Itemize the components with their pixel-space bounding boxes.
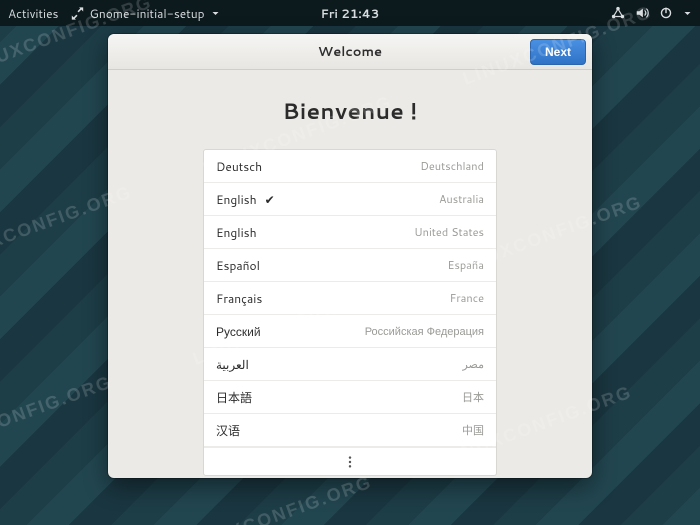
- clock-label[interactable]: Fri 21:43: [321, 5, 380, 22]
- page-title: Bienvenue !: [283, 96, 418, 127]
- language-region-label: France: [450, 290, 484, 306]
- language-name-label: English: [216, 224, 257, 241]
- language-region-label: United States: [414, 224, 484, 240]
- language-region-label: Australia: [439, 191, 484, 207]
- language-region-label: 日本: [462, 389, 484, 405]
- volume-icon[interactable]: [635, 6, 649, 20]
- language-list: DeutschDeutschlandEnglish✔AustraliaEngli…: [203, 149, 497, 476]
- language-row[interactable]: English ✔ Australia: [204, 183, 496, 216]
- chevron-down-icon[interactable]: [683, 9, 692, 18]
- language-name-label: Deutsch: [216, 158, 262, 175]
- language-name-label: 日本語: [216, 389, 252, 406]
- more-icon: [343, 455, 357, 469]
- language-name-label: Español: [216, 257, 260, 274]
- language-row[interactable]: Français France: [204, 282, 496, 315]
- language-row[interactable]: Русский Российская Федерация: [204, 315, 496, 348]
- gnome-top-bar: Activities Gnome-initial-setup Fri 21:43: [0, 0, 700, 26]
- preferences-icon: [71, 7, 84, 20]
- language-name-label: 汉语: [216, 422, 240, 439]
- headerbar: Welcome Next: [108, 34, 592, 70]
- focused-app-menu[interactable]: Gnome-initial-setup: [71, 5, 220, 22]
- language-region-label: España: [448, 257, 484, 273]
- language-row[interactable]: Español España: [204, 249, 496, 282]
- language-region-label: Deutschland: [420, 158, 484, 174]
- language-row[interactable]: Deutsch Deutschland: [204, 150, 496, 183]
- language-row[interactable]: 汉语 中国: [204, 414, 496, 447]
- language-region-label: Российская Федерация: [365, 323, 484, 339]
- checkmark-icon: ✔: [265, 191, 275, 208]
- headerbar-title: Welcome: [318, 43, 382, 61]
- more-languages-button[interactable]: [204, 447, 496, 475]
- initial-setup-window: Welcome Next Bienvenue ! Deutsch Deutschl…: [108, 34, 592, 478]
- language-region-label: مصر: [462, 356, 484, 372]
- language-name-label: English: [216, 191, 257, 208]
- welcome-content: Bienvenue ! Deutsch Deutschland English ✔ Au…: [108, 70, 592, 478]
- network-icon[interactable]: [611, 6, 625, 20]
- activities-button[interactable]: Activities: [8, 5, 59, 22]
- language-name-label: العربية: [216, 356, 249, 373]
- focused-app-label: Gnome-initial-setup: [90, 5, 205, 22]
- power-icon[interactable]: [659, 6, 673, 20]
- chevron-down-icon: [211, 9, 220, 18]
- language-row[interactable]: العربية مصر: [204, 348, 496, 381]
- language-row[interactable]: 日本語 日本: [204, 381, 496, 414]
- language-name-label: Русский: [216, 323, 261, 340]
- next-button[interactable]: Next: [530, 39, 586, 65]
- language-row[interactable]: English United States: [204, 216, 496, 249]
- language-name-label: Français: [216, 290, 262, 307]
- language-region-label: 中国: [462, 422, 484, 438]
